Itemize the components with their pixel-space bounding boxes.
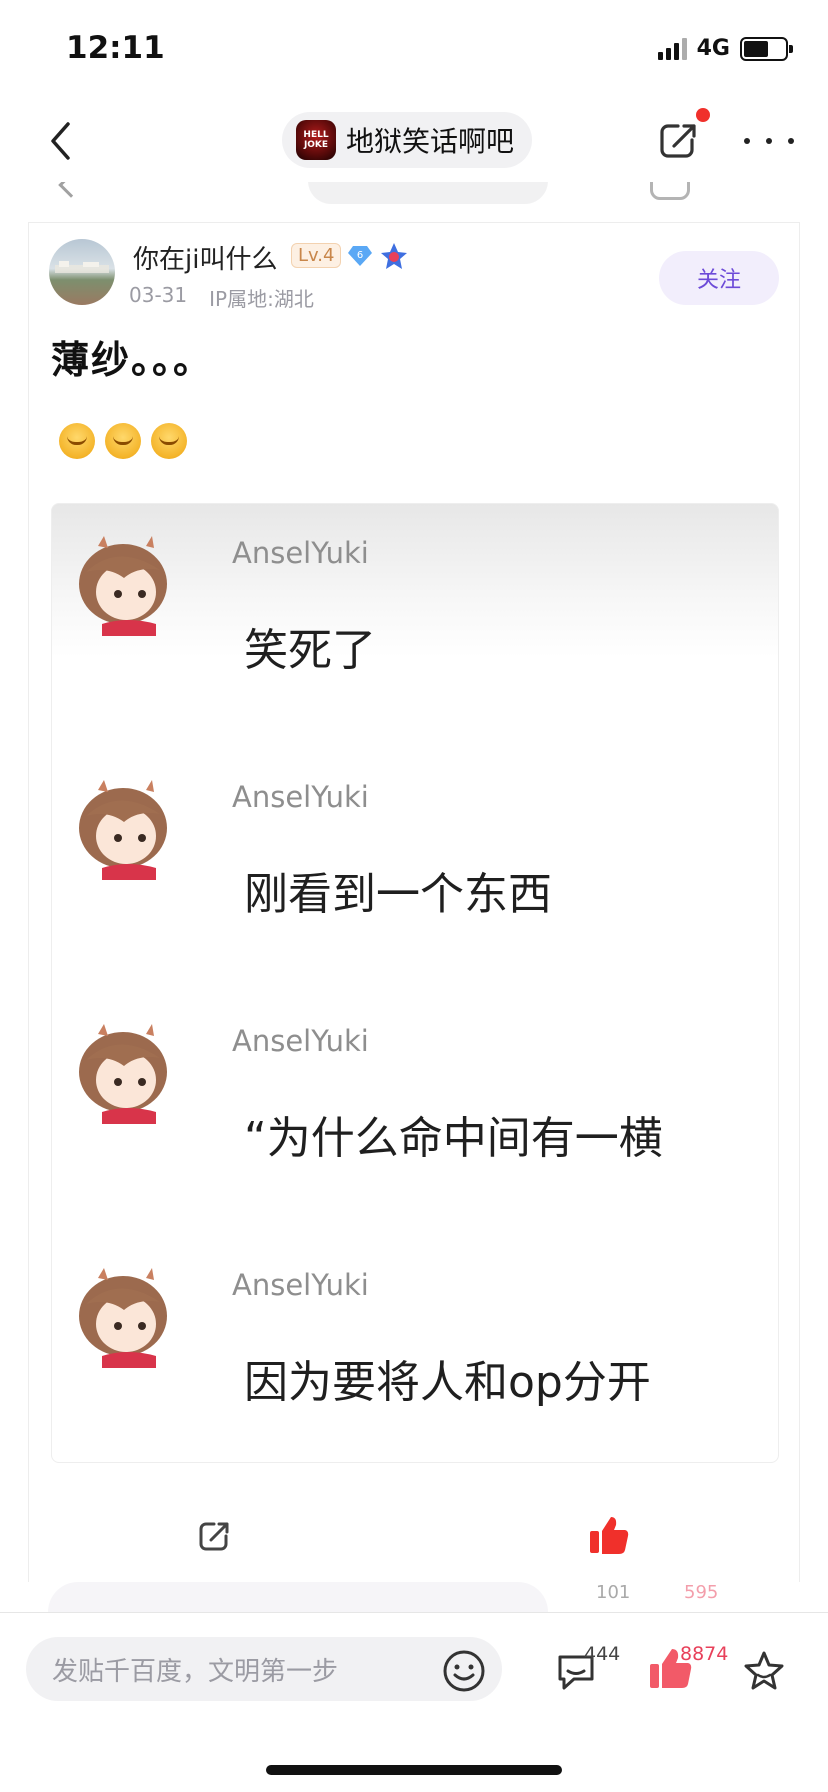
share-icon[interactable] [195,1515,235,1555]
chevron-left-icon [51,122,70,160]
comment-count: 444 [584,1643,621,1665]
chat-message: AnselYuki 因为要将人和op分开 [52,1236,778,1462]
more-dots-icon [744,138,750,144]
author-name[interactable]: 你在ji叫什么 [133,239,277,276]
chat-text: “为什么命中间有一横 [244,1113,663,1164]
chat-message: AnselYuki “为什么命中间有一横 [52,992,778,1232]
ip-location: IP属地:湖北 [209,287,314,311]
anime-girl-avatar-icon [79,536,167,636]
hug-emoji-icon [105,423,141,459]
gem-badge-icon: 6 [348,246,372,266]
scrolled-bottom-ghost: 101 595 [28,1582,800,1612]
star-favorite-icon[interactable] [742,1649,786,1693]
comment-input[interactable]: 发贴千百度，文明第一步 [26,1637,502,1701]
anime-girl-avatar-icon [79,1268,167,1368]
ghost-like-count: 595 [684,1582,719,1603]
hug-emoji-icon [59,423,95,459]
chat-text: 刚看到一个东西 [244,869,552,920]
anime-girl-avatar-icon [79,1024,167,1124]
follow-button[interactable]: 关注 [659,251,779,305]
chat-text: 笑死了 [244,625,376,676]
author-avatar[interactable] [49,239,115,305]
post-image[interactable]: AnselYuki 笑死了 AnselYuki 刚看到一个东西 AnselYuk… [51,503,779,1463]
post-date: 03-31 [129,283,188,307]
home-indicator [266,1765,562,1775]
svg-text:6: 6 [357,250,363,261]
thumbs-up-icon[interactable] [587,1513,631,1557]
forum-pill[interactable]: HELL JOKE 地狱笑话啊吧 [282,112,533,168]
chat-text: 因为要将人和op分开 [244,1357,651,1408]
post-actions [29,1493,801,1583]
emoji-row [59,423,187,459]
post-text: 薄纱。。。 [51,338,214,382]
back-button[interactable] [38,116,82,166]
forum-logo: HELL JOKE [296,120,336,160]
chat-message: AnselYuki 笑死了 [52,504,778,744]
battery-icon [740,36,793,61]
more-button[interactable] [744,126,794,156]
bottom-bar: 发贴千百度，文明第一步 444 8874 [0,1612,828,1792]
chat-username: AnselYuki [232,780,369,814]
forum-name: 地狱笑话啊吧 [346,125,515,158]
star-badge-icon [381,243,407,269]
ghost-comment-count: 101 [596,1582,631,1603]
post-meta: 03-31 IP属地:湖北 [129,283,314,312]
top-nav: HELL JOKE 地狱笑话啊吧 [0,100,828,182]
anime-girl-avatar-icon [79,780,167,880]
chat-username: AnselYuki [232,536,369,570]
level-badge: Lv.4 [291,243,342,268]
emoji-smile-icon[interactable] [442,1649,486,1693]
network-label: 4G [696,36,730,61]
chat-username: AnselYuki [232,1268,369,1302]
share-button[interactable] [654,108,710,164]
scrolled-header-ghost [28,182,800,222]
post-card: 你在ji叫什么 Lv.4 6 03-31 IP属地:湖北 关注 薄纱。。。 An… [28,222,800,1582]
status-indicators: 4G [657,36,793,61]
chat-username: AnselYuki [232,1024,369,1058]
signal-icon [657,37,687,60]
hug-emoji-icon [151,423,187,459]
share-icon [660,124,696,158]
chat-message: AnselYuki 刚看到一个东西 [52,748,778,988]
status-bar: 12:11 4G [0,0,828,100]
notification-dot [696,108,710,122]
like-count: 8874 [680,1643,729,1665]
status-time: 12:11 [66,30,165,66]
